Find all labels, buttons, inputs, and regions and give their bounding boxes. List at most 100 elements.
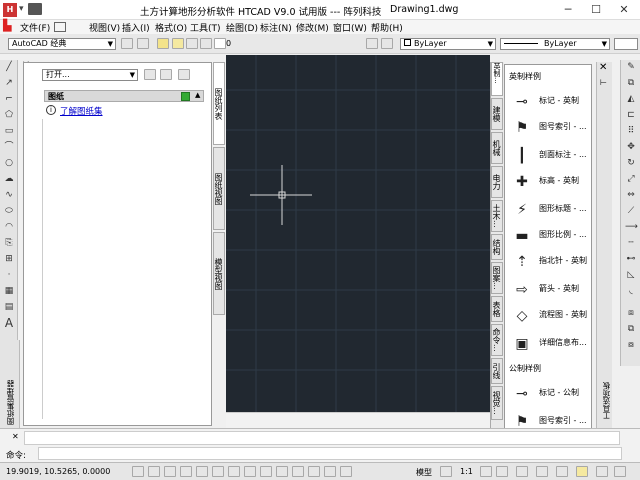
- collapse-icon[interactable]: ▲: [195, 91, 200, 99]
- extend-icon[interactable]: ⟶: [625, 222, 638, 233]
- tab-sheet-list[interactable]: 图纸列表: [213, 62, 225, 145]
- palette-tab-visual[interactable]: 视觉...: [491, 386, 503, 420]
- grid-display-icon[interactable]: [164, 466, 176, 477]
- palette-tab-hatch[interactable]: 图案...: [491, 262, 503, 294]
- palette-tab-imperial[interactable]: 英制...: [491, 62, 503, 96]
- palette-tab-modeling[interactable]: 建模: [491, 98, 503, 130]
- tool-section-mark[interactable]: ┃ 剖面标注 - ...: [513, 145, 593, 171]
- mirror-icon[interactable]: ◭: [625, 94, 637, 105]
- polar-tracking-icon[interactable]: [196, 466, 208, 477]
- learn-sheet-set-link[interactable]: 了解图纸集: [60, 105, 103, 117]
- refresh-icon[interactable]: [181, 92, 190, 101]
- circle-icon[interactable]: ○: [3, 158, 15, 169]
- menu-app-icon[interactable]: ▙: [3, 20, 15, 32]
- tool-detail-layout[interactable]: ▣ 详细信息布...: [513, 333, 593, 359]
- workspace-switch-icon[interactable]: [516, 466, 528, 477]
- move-icon[interactable]: ✥: [625, 142, 637, 153]
- menu-tools[interactable]: 工具(T): [190, 21, 221, 34]
- open-sheet-set-dropdown[interactable]: 打开... ▼: [42, 69, 138, 81]
- layer-on-icon[interactable]: [172, 38, 184, 49]
- isolate-objects-icon[interactable]: [576, 466, 588, 477]
- tool-north-arrow[interactable]: ⇡ 指北针 - 英制: [513, 251, 593, 277]
- quick-properties-icon[interactable]: [324, 466, 336, 477]
- selection-cycling-icon[interactable]: [340, 466, 352, 477]
- command-close-icon[interactable]: ✕: [12, 432, 22, 446]
- workspace-select[interactable]: AutoCAD 经典 ▼: [8, 38, 116, 50]
- tool-tag-metric[interactable]: ⊸ 标记 - 公制: [513, 383, 593, 409]
- palette-tab-civil[interactable]: 土木...: [491, 200, 503, 232]
- lineweight-icon[interactable]: [292, 466, 304, 477]
- send-back-icon[interactable]: ⧉: [625, 324, 637, 335]
- tool-tag-imperial[interactable]: ⊸ 标记 - 英制: [513, 91, 593, 117]
- arc-icon[interactable]: ⌒: [3, 142, 15, 153]
- menu-insert[interactable]: 插入(I): [122, 21, 150, 34]
- erase-icon[interactable]: ✎: [625, 62, 637, 73]
- chamfer-icon[interactable]: ◺: [625, 270, 637, 281]
- infer-constraints-icon[interactable]: [132, 466, 144, 477]
- layer-manager-icon[interactable]: [157, 38, 169, 49]
- join-icon[interactable]: ⊷: [625, 254, 637, 265]
- copy-icon[interactable]: ⧉: [625, 78, 637, 89]
- palette-tab-tables[interactable]: 表格: [491, 296, 503, 322]
- tab-sheet-views[interactable]: 图纸视图: [213, 147, 225, 230]
- tab-model-views[interactable]: 模型视图: [213, 232, 225, 315]
- polygon-icon[interactable]: ⬠: [3, 110, 15, 121]
- mtext-icon[interactable]: A: [3, 317, 15, 329]
- layer-freeze-icon[interactable]: [186, 38, 198, 49]
- scale-icon[interactable]: ⤢: [625, 174, 637, 185]
- ortho-mode-icon[interactable]: [180, 466, 192, 477]
- tool-arrow[interactable]: ⇨ 箭头 - 英制: [513, 279, 593, 305]
- point-icon[interactable]: ·: [3, 270, 15, 281]
- palette-tab-leaders[interactable]: 引线: [491, 358, 503, 384]
- layer-lock-icon[interactable]: [200, 38, 212, 49]
- menu-help[interactable]: 帮助(H): [371, 21, 403, 34]
- color-select[interactable]: ByLayer ▼: [400, 38, 496, 50]
- maximize-icon[interactable]: ☐: [582, 0, 610, 20]
- transparency-icon[interactable]: [308, 466, 320, 477]
- 3d-object-snap-icon[interactable]: [228, 466, 240, 477]
- minimize-icon[interactable]: ─: [554, 0, 582, 20]
- app-logo-icon[interactable]: H: [3, 3, 17, 17]
- ellipse-arc-icon[interactable]: ◠: [3, 222, 15, 233]
- revcloud-icon[interactable]: ☁: [3, 174, 15, 185]
- bring-front-icon[interactable]: ⧈: [625, 308, 637, 319]
- lineweight-select[interactable]: [614, 38, 638, 50]
- auto-scale-icon[interactable]: [496, 466, 508, 477]
- sheet-tools-icon[interactable]: [144, 69, 156, 80]
- tool-drawing-title[interactable]: ⚡ 图形标题 - ...: [513, 199, 593, 225]
- dropdown-toggle-icon[interactable]: [28, 3, 42, 15]
- ellipse-icon[interactable]: ⬭: [3, 206, 15, 217]
- object-snap-tracking-icon[interactable]: [244, 466, 256, 477]
- snap-mode-icon[interactable]: [148, 466, 160, 477]
- linetype-select[interactable]: ByLayer ▼: [500, 38, 610, 50]
- menu-file[interactable]: 文件(F): [20, 21, 50, 34]
- drawing-canvas[interactable]: [226, 55, 490, 412]
- spline-icon[interactable]: ∿: [3, 190, 15, 201]
- layer-color-icon[interactable]: [214, 38, 226, 49]
- publish-icon[interactable]: [160, 69, 172, 80]
- offset-icon[interactable]: ⊏: [625, 110, 637, 121]
- object-snap-icon[interactable]: [212, 466, 224, 477]
- menu-dimension[interactable]: 标注(N): [260, 21, 292, 34]
- command-input[interactable]: [38, 447, 622, 460]
- hardware-accel-icon[interactable]: [556, 466, 568, 477]
- sheet-options-icon[interactable]: [178, 69, 190, 80]
- status-menu-icon[interactable]: [596, 466, 608, 477]
- palette-close-icon[interactable]: ✕: [599, 62, 607, 73]
- workspace-settings-icon[interactable]: [121, 38, 133, 49]
- stretch-icon[interactable]: ⇔: [625, 190, 637, 201]
- rotate-icon[interactable]: ↻: [625, 158, 637, 169]
- lock-ui-icon[interactable]: [536, 466, 548, 477]
- break-icon[interactable]: ╌: [625, 238, 637, 249]
- insert-block-icon[interactable]: ⎘: [3, 238, 15, 249]
- tool-elevation[interactable]: ✚ 标高 - 英制: [513, 171, 593, 197]
- tool-sheet-index[interactable]: ⚑ 图号索引 - ...: [513, 117, 593, 143]
- palette-tab-mechanical[interactable]: 机械: [491, 132, 503, 164]
- construction-line-icon[interactable]: ↗: [3, 78, 15, 89]
- tool-flowchart[interactable]: ◇ 流程图 - 英制: [513, 305, 593, 331]
- menu-modify[interactable]: 修改(M): [296, 21, 329, 34]
- palette-pin-icon[interactable]: ⊢: [600, 78, 607, 87]
- clean-screen-icon[interactable]: [614, 466, 626, 477]
- tool-drawing-scale[interactable]: ▬ 图形比例 - ...: [513, 225, 593, 251]
- workspace-save-icon[interactable]: [137, 38, 149, 49]
